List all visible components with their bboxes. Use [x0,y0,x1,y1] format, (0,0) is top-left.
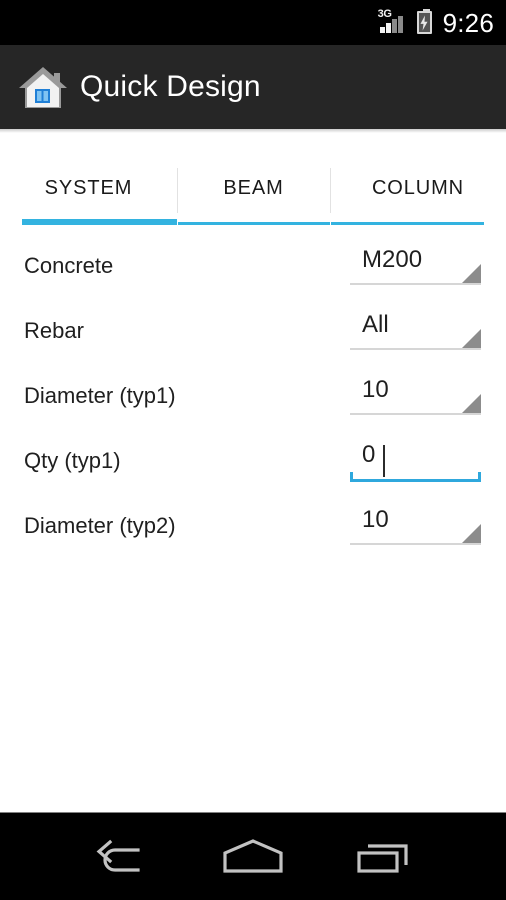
tab-divider [330,168,331,213]
spinner-diameter-typ2[interactable]: 10 [350,501,481,551]
triangle-down-icon [462,523,481,543]
home-icon [223,838,283,873]
nav-back-button[interactable] [58,813,188,900]
android-screen: 3G 9:26 Quick Design SYSTEM BEAM COLUMN … [0,0,506,900]
page-title: Quick Design [80,70,261,103]
spinner-underline [350,347,481,350]
tab-divider [177,168,178,213]
status-bar-indicators: 3G 9:26 [378,0,494,45]
home-house-glyph [19,67,67,108]
back-icon [96,839,140,872]
qty-typ1-input[interactable]: 0 [350,436,481,486]
qty-typ1-input-value: 0 [362,440,376,468]
form-row-rebar: Rebar All [0,298,506,363]
tab-column-label: COLUMN [371,176,465,199]
tab-indicator-active [22,219,177,225]
tab-beam-label: BEAM [223,176,284,199]
tab-bar: SYSTEM BEAM COLUMN [0,133,506,233]
form-label-diameter-typ1: Diameter (typ1) [24,382,176,408]
spinner-underline [350,282,481,285]
tab-beam[interactable]: BEAM [177,133,330,233]
spinner-underline [350,542,481,545]
form-label-diameter-typ2: Diameter (typ2) [24,512,176,538]
triangle-down-icon [462,263,481,283]
form-row-diameter-typ2: Diameter (typ2) 10 [0,493,506,558]
settings-form: Concrete M200 Rebar All Diameter (typ1) … [0,233,506,558]
spinner-rebar-value: All [362,310,389,338]
form-row-concrete: Concrete M200 [0,233,506,298]
recents-icon [357,843,408,873]
tab-system-label: SYSTEM [44,176,133,199]
triangle-down-icon [462,328,481,348]
form-row-qty-typ1: Qty (typ1) 0 [0,428,506,493]
spinner-rebar[interactable]: All [350,306,481,356]
tab-indicator-inactive [178,222,330,225]
nav-recents-button[interactable] [318,813,448,900]
nav-home-button[interactable] [188,813,318,900]
tab-indicator-inactive [331,222,484,225]
spinner-concrete[interactable]: M200 [350,241,481,291]
tab-column[interactable]: COLUMN [330,133,506,233]
text-caret [383,444,385,477]
spinner-diameter-typ1[interactable]: 10 [350,371,481,421]
home-house-icon[interactable] [17,62,69,112]
battery-charging-icon [416,9,432,34]
form-label-qty-typ1: Qty (typ1) [24,447,121,473]
spinner-underline [350,412,481,415]
system-navigation-bar [0,812,506,900]
spinner-diameter-typ2-value: 10 [362,505,389,533]
charging-bolt-glyph [420,15,428,30]
status-bar: 3G 9:26 [0,0,506,45]
triangle-down-icon [462,393,481,413]
focus-underline-cap [478,471,481,482]
form-label-rebar: Rebar [24,317,84,343]
action-bar: Quick Design [0,45,506,129]
form-label-concrete: Concrete [24,252,114,278]
status-bar-clock: 9:26 [442,7,494,38]
spinner-diameter-typ1-value: 10 [362,375,389,403]
form-row-diameter-typ1: Diameter (typ1) 10 [0,363,506,428]
spinner-concrete-value: M200 [362,245,423,273]
tab-system[interactable]: SYSTEM [0,133,177,233]
focus-underline [350,478,481,482]
signal-bars-icon: 3G [378,8,408,36]
signal-bars-glyph [379,15,408,33]
